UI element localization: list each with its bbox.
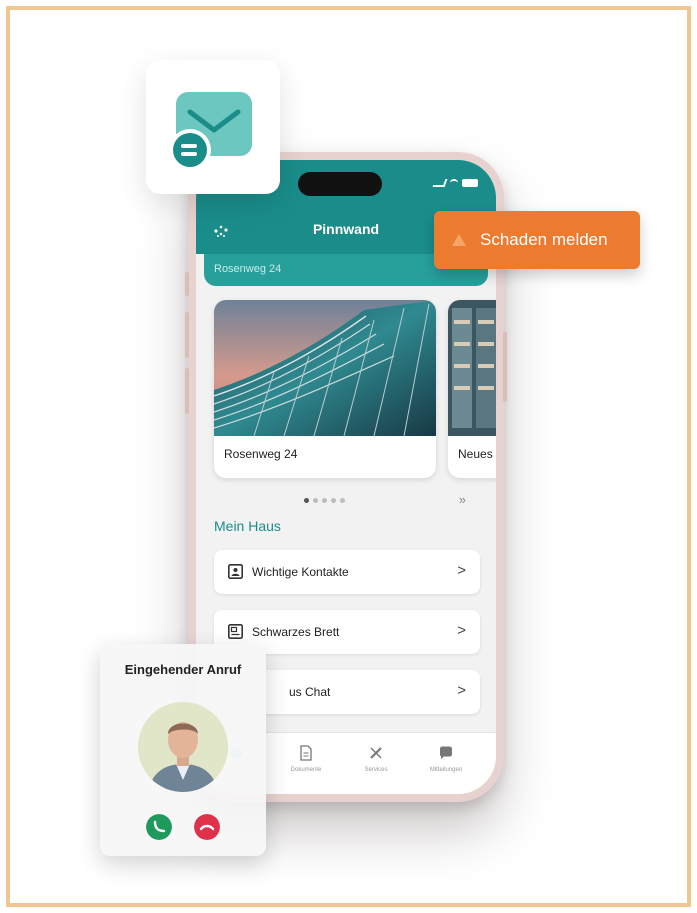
chevron-right-icon: >: [457, 622, 466, 639]
tab-label: Mitteilungen: [429, 767, 463, 773]
carousel-next-icon[interactable]: »: [459, 492, 466, 507]
property-card[interactable]: Rosenweg 24: [214, 300, 436, 478]
carousel-dots[interactable]: [304, 498, 345, 503]
tab-label: Services: [364, 767, 388, 773]
app-logo-icon: [169, 92, 252, 171]
board-icon: [228, 624, 243, 639]
tab-documents[interactable]: Dokumente: [276, 745, 336, 773]
news-card[interactable]: Neues: [448, 300, 496, 478]
carousel-dot[interactable]: [340, 498, 345, 503]
phone-decline-icon[interactable]: [194, 814, 220, 840]
wifi-icon: [450, 179, 458, 187]
status-icons: [432, 177, 478, 189]
phone-accept-icon[interactable]: [146, 814, 172, 840]
list-item-label: Schwarzes Brett: [252, 625, 340, 639]
carousel-dot[interactable]: [331, 498, 336, 503]
document-icon: [300, 745, 312, 761]
address-text: Rosenweg 24: [214, 263, 282, 275]
carousel-dot[interactable]: [313, 498, 318, 503]
property-card-label: Rosenweg 24: [224, 447, 298, 461]
tab-services[interactable]: Services: [346, 745, 406, 773]
carousel-dot[interactable]: [322, 498, 327, 503]
carousel-dot[interactable]: [304, 498, 309, 503]
chevron-right-icon: >: [457, 682, 466, 699]
tab-label: Dokumente: [290, 767, 322, 773]
dynamic-island: [298, 172, 382, 196]
app-logo-tile: [146, 60, 280, 194]
signal-icon: [432, 179, 448, 187]
warning-icon: [452, 234, 466, 246]
message-icon: [440, 746, 452, 759]
phone-side-button: [185, 272, 189, 296]
tools-icon: [370, 747, 382, 759]
list-item-label: Wichtige Kontakte: [252, 565, 349, 579]
tab-messages[interactable]: Mitteilungen: [416, 745, 476, 773]
avatar: [138, 702, 228, 792]
call-title: Eingehender Anruf: [124, 662, 242, 677]
list-item-contacts[interactable]: Wichtige Kontakte >: [214, 550, 480, 594]
report-damage-label: Schaden melden: [480, 230, 608, 249]
chevron-right-icon: >: [457, 562, 466, 579]
report-damage-button[interactable]: Schaden melden: [434, 211, 640, 269]
news-card-label: Neues: [458, 447, 493, 461]
contact-card-icon: [228, 564, 243, 579]
phone-power-button: [503, 332, 507, 402]
battery-icon: [462, 179, 478, 187]
phone-volume-up: [185, 312, 189, 358]
list-item-label: us Chat: [289, 685, 331, 699]
section-title: Mein Haus: [214, 518, 281, 534]
phone-volume-down: [185, 368, 189, 414]
incoming-call-card: Eingehender Anruf: [100, 644, 266, 856]
library-image: [448, 300, 496, 436]
building-image: [214, 300, 436, 436]
